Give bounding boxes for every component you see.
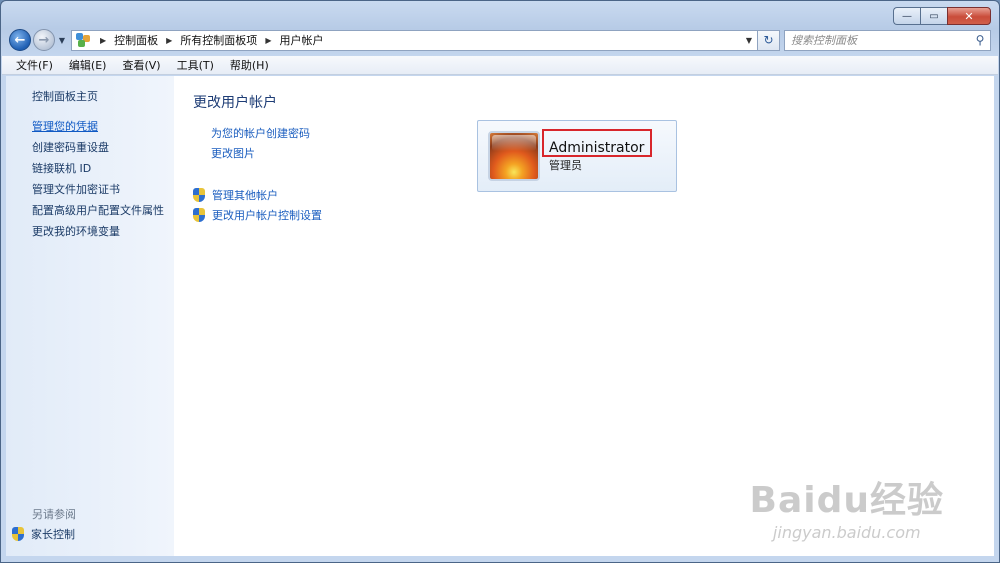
watermark-logo: Baidu经验	[749, 480, 944, 521]
user-role: 管理员	[549, 159, 582, 172]
chevron-right-icon[interactable]: ▶	[166, 36, 172, 45]
caption-buttons: — ▭ ✕	[893, 7, 991, 25]
user-account-card: Administrator 管理员	[477, 120, 677, 192]
sidebar-item-link-online-id[interactable]: 链接联机 ID	[6, 158, 174, 179]
refresh-icon[interactable]: ↻	[758, 29, 780, 51]
sidebar-item-encryption-certs[interactable]: 管理文件加密证书	[6, 179, 174, 200]
forward-arrow-icon[interactable]: →	[33, 29, 55, 51]
highlight-box	[542, 129, 652, 157]
search-icon[interactable]: ⚲	[970, 33, 990, 47]
manage-other-accounts-link[interactable]: 管理其他帐户	[193, 187, 278, 203]
uac-shield-icon	[12, 527, 25, 541]
menu-view[interactable]: 查看(V)	[114, 57, 168, 73]
address-bar[interactable]: ▶ 控制面板 ▶ 所有控制面板项 ▶ 用户帐户 ▼	[71, 29, 758, 51]
back-arrow-icon[interactable]: ←	[9, 29, 31, 51]
uac-settings-label[interactable]: 更改用户帐户控制设置	[212, 207, 322, 223]
recent-pages-dropdown[interactable]: ▼	[57, 36, 67, 45]
control-panel-window: — ▭ ✕ ← → ▼ ▶ 控制面板 ▶ 所有控制面板项 ▶ 用户帐户 ▼ ↻	[0, 0, 1000, 563]
navigation-bar: ← → ▼ ▶ 控制面板 ▶ 所有控制面板项 ▶ 用户帐户 ▼ ↻ 搜索控制面板…	[9, 28, 991, 52]
breadcrumb-control-panel[interactable]: 控制面板	[114, 32, 158, 48]
menu-file[interactable]: 文件(F)	[8, 57, 61, 73]
parental-controls-label[interactable]: 家长控制	[31, 526, 75, 542]
search-input[interactable]: 搜索控制面板	[791, 32, 970, 48]
menu-tools[interactable]: 工具(T)	[169, 57, 222, 73]
sidebar-item-env-variables[interactable]: 更改我的环境变量	[6, 221, 174, 242]
chevron-right-icon[interactable]: ▶	[100, 36, 106, 45]
uac-settings-link[interactable]: 更改用户帐户控制设置	[193, 207, 322, 223]
watermark: Baidu经验 jingyan.baidu.com	[750, 471, 944, 542]
chevron-right-icon[interactable]: ▶	[265, 36, 271, 45]
menu-help[interactable]: 帮助(H)	[222, 57, 277, 73]
sidebar-item-credentials[interactable]: 管理您的凭据	[6, 116, 174, 137]
breadcrumb-user-accounts[interactable]: 用户帐户	[279, 32, 323, 48]
control-panel-icon	[76, 33, 92, 47]
minimize-button[interactable]: —	[893, 7, 920, 25]
uac-shield-icon	[193, 188, 206, 202]
create-password-link[interactable]: 为您的帐户创建密码	[211, 125, 310, 141]
sidebar-item-password-reset-disk[interactable]: 创建密码重设盘	[6, 137, 174, 158]
see-also-heading: 另请参阅	[32, 508, 76, 521]
sidebar-item-parental-controls[interactable]: 家长控制	[12, 526, 75, 542]
change-picture-link[interactable]: 更改图片	[211, 145, 255, 161]
search-box[interactable]: 搜索控制面板 ⚲	[784, 29, 991, 51]
maximize-button[interactable]: ▭	[920, 7, 947, 25]
user-avatar	[488, 131, 540, 181]
sidebar-item-home[interactable]: 控制面板主页	[6, 86, 174, 107]
watermark-url: jingyan.baidu.com	[772, 523, 921, 542]
sidebar-item-profile-properties[interactable]: 配置高级用户配置文件属性	[6, 200, 174, 221]
breadcrumb-all-items[interactable]: 所有控制面板项	[180, 32, 257, 48]
close-button[interactable]: ✕	[947, 7, 991, 25]
menu-bar: 文件(F) 编辑(E) 查看(V) 工具(T) 帮助(H)	[2, 56, 998, 75]
manage-other-accounts-label[interactable]: 管理其他帐户	[212, 187, 278, 203]
address-dropdown-icon[interactable]: ▼	[741, 36, 757, 45]
sidebar: 控制面板主页 管理您的凭据 创建密码重设盘 链接联机 ID 管理文件加密证书 配…	[6, 76, 174, 556]
menu-edit[interactable]: 编辑(E)	[61, 57, 115, 73]
page-title: 更改用户帐户	[193, 95, 277, 111]
breadcrumb: ▶ 控制面板 ▶ 所有控制面板项 ▶ 用户帐户	[98, 32, 323, 48]
uac-shield-icon	[193, 208, 206, 222]
